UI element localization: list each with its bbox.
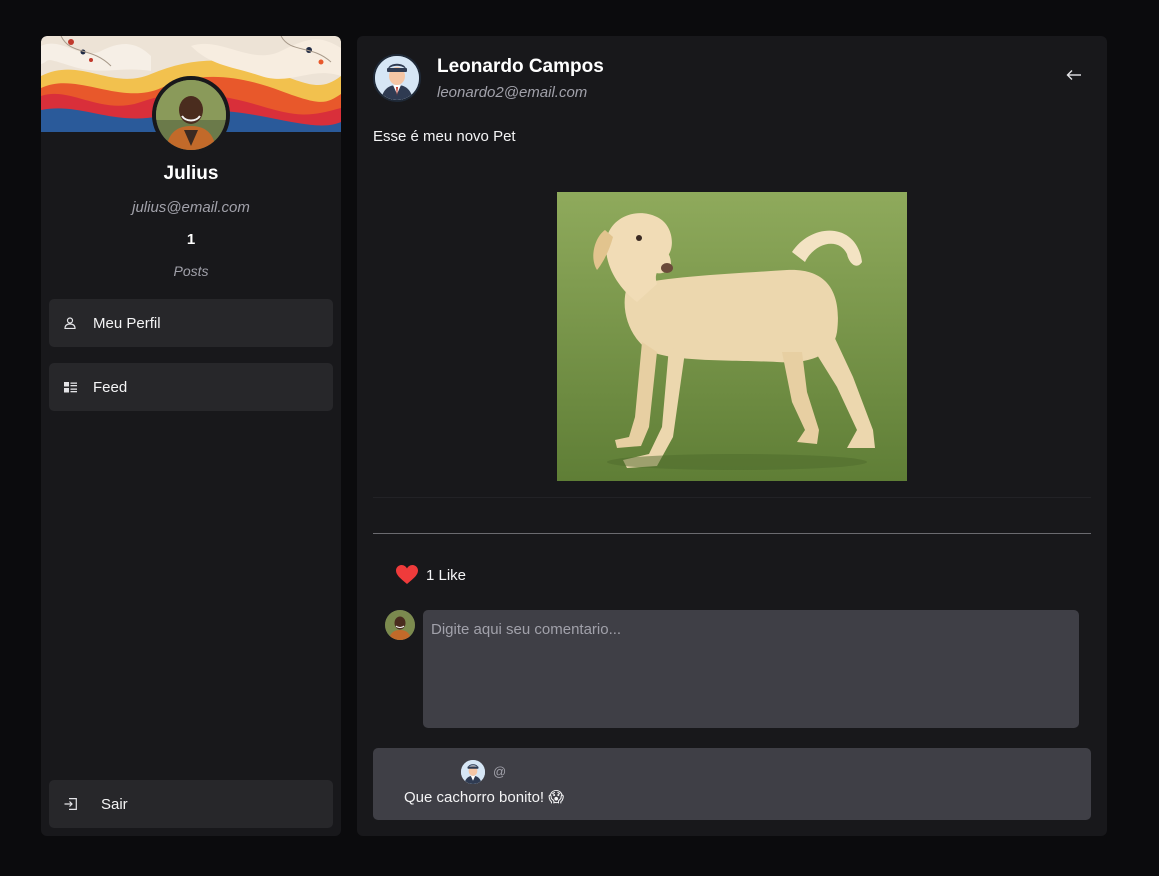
back-button[interactable] [1063,66,1085,88]
comment-author-handle[interactable]: @ [493,764,506,779]
commenter-avatar [385,610,415,640]
arrow-left-icon [1066,68,1082,86]
like-count: 1 Like [426,566,467,584]
meu-perfil-label: Meu Perfil [93,314,161,332]
sidebar: Julius julius@email.com 1 Posts Meu Perf… [41,36,341,836]
post-count-label: Posts [173,263,209,279]
profile-name: Julius [163,163,219,184]
post-count: 1 [186,231,196,248]
comment-card: @ Que cachorro bonito! 😱 [373,748,1091,820]
sair-label: Sair [101,795,128,813]
feed-icon [63,380,77,394]
divider [373,533,1091,534]
heart-icon[interactable] [396,565,418,585]
post-image [557,192,907,481]
profile-email: julius@email.com [132,199,250,216]
author-name[interactable]: Leonardo Campos [437,56,604,78]
comment-text: Que cachorro bonito! 😱 [404,789,564,806]
feed-label: Feed [93,378,128,396]
comment-author-avatar[interactable] [461,760,485,784]
meu-perfil-button[interactable]: Meu Perfil [49,299,333,347]
profile-avatar [152,76,230,154]
separator-line [373,497,1091,498]
comment-input[interactable] [423,610,1079,728]
author-avatar[interactable] [373,54,421,102]
post-card: Leonardo Campos leonardo2@email.com Esse… [357,36,1107,836]
user-icon [63,316,77,330]
feed-button[interactable]: Feed [49,363,333,411]
like-row: 1 Like [396,563,466,587]
sair-button[interactable]: Sair [49,780,333,828]
post-text: Esse é meu novo Pet [373,128,516,145]
logout-icon [63,797,77,811]
author-email: leonardo2@email.com [437,84,588,101]
